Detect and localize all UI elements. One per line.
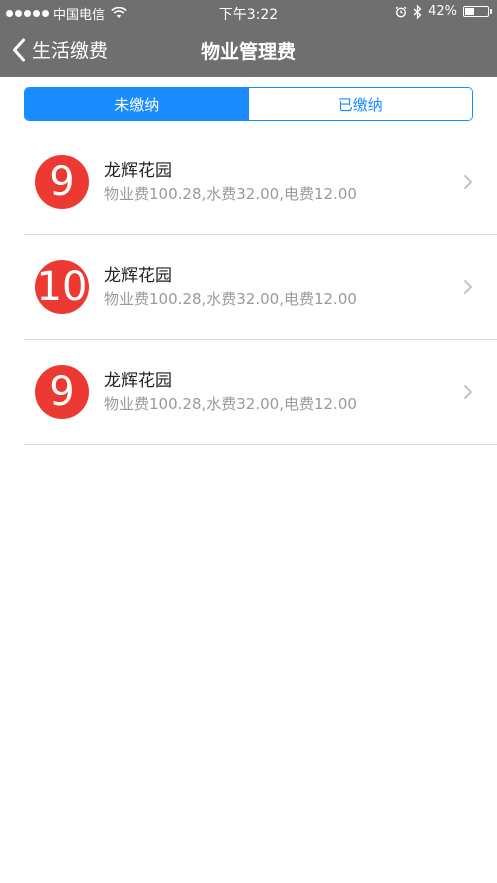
item-detail: 物业费100.28,水费32.00,电费12.00 xyxy=(104,395,357,413)
item-detail: 物业费100.28,水费32.00,电费12.00 xyxy=(104,185,357,203)
payment-status-tabs: 未缴纳 已缴纳 xyxy=(24,87,473,121)
alarm-icon xyxy=(395,6,407,18)
chevron-right-icon xyxy=(464,385,472,399)
bill-list: 9 龙辉花园 物业费100.28,水费32.00,电费12.00 10 龙辉花园… xyxy=(24,130,497,445)
page-title: 物业管理费 xyxy=(200,41,296,63)
item-title: 龙辉花园 xyxy=(104,161,172,181)
battery-icon xyxy=(463,6,492,17)
battery-percent: 42% xyxy=(428,4,457,19)
count-badge: 9 xyxy=(35,155,89,209)
list-item[interactable]: 9 龙辉花园 物业费100.28,水费32.00,电费12.00 xyxy=(24,130,497,235)
top-bar: 中国电信 下午3:22 42% 生活缴费 物业管理费 xyxy=(0,0,497,77)
bluetooth-icon xyxy=(413,4,422,19)
tab-paid[interactable]: 已缴纳 xyxy=(248,88,472,120)
item-title: 龙辉花园 xyxy=(104,371,172,391)
chevron-right-icon xyxy=(464,280,472,294)
list-item[interactable]: 10 龙辉花园 物业费100.28,水费32.00,电费12.00 xyxy=(24,235,497,340)
chevron-right-icon xyxy=(464,175,472,189)
count-badge: 10 xyxy=(35,260,89,314)
status-right: 42% xyxy=(395,4,492,19)
item-detail: 物业费100.28,水费32.00,电费12.00 xyxy=(104,290,357,308)
list-item[interactable]: 9 龙辉花园 物业费100.28,水费32.00,电费12.00 xyxy=(24,340,497,445)
status-bar: 中国电信 下午3:22 42% xyxy=(0,0,497,26)
item-title: 龙辉花园 xyxy=(104,266,172,286)
count-badge: 9 xyxy=(35,365,89,419)
battery-fill xyxy=(465,8,474,15)
nav-bar: 生活缴费 物业管理费 xyxy=(0,26,497,77)
tab-unpaid[interactable]: 未缴纳 xyxy=(25,88,249,120)
